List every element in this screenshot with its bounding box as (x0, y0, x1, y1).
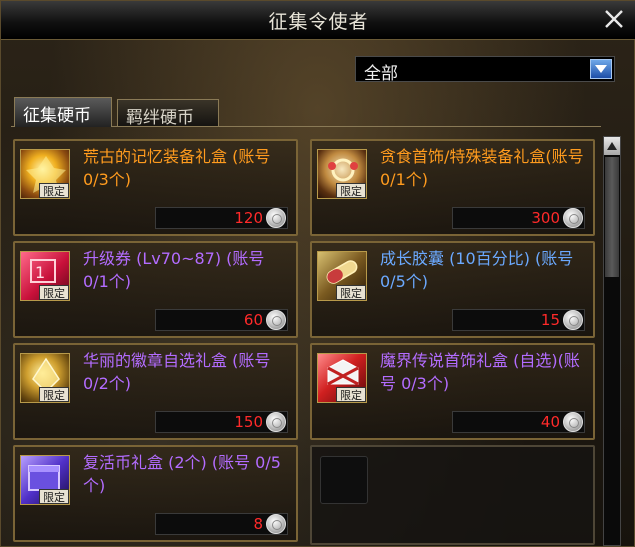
item-price: 120 (234, 209, 263, 227)
price-bar: 40 (452, 411, 585, 433)
silver-coin-icon (266, 310, 286, 330)
price-bar: 150 (155, 411, 288, 433)
item-name: 升级券 (Lv70~87) (账号 0/1个) (83, 249, 265, 291)
item-name: 成长胶囊 (10百分比) (账号 0/5个) (380, 249, 574, 291)
silver-coin-icon (563, 412, 583, 432)
silver-coin-icon (266, 208, 286, 228)
chevron-down-icon[interactable] (590, 59, 612, 79)
limited-tag: 限定 (336, 285, 366, 300)
tab-recruit-coin[interactable]: 征集硬币 (14, 97, 112, 127)
price-bar: 15 (452, 309, 585, 331)
tab-bond-coin[interactable]: 羁绊硬币 (117, 99, 219, 128)
title-bar[interactable]: 征集令使者 (1, 1, 635, 40)
silver-coin-icon (266, 412, 286, 432)
emblem-box-icon: 限定 (20, 353, 70, 403)
dropdown-value: 全部 (364, 64, 398, 84)
price-bar: 8 (155, 513, 288, 535)
item-name: 贪食首饰/特殊装备礼盒(账号 0/1个) (380, 147, 584, 189)
price-bar: 120 (155, 207, 288, 229)
price-bar: 60 (155, 309, 288, 331)
silver-coin-icon (563, 310, 583, 330)
growth-capsule-icon: 限定 (317, 251, 367, 301)
shop-item-card[interactable]: 限定 魔界传说首饰礼盒 (自选)(账号 0/3个) 40 (310, 343, 595, 440)
empty-item-card (310, 445, 595, 545)
category-dropdown[interactable]: 全部 (355, 56, 615, 84)
limited-tag: 限定 (39, 183, 69, 198)
price-bar: 300 (452, 207, 585, 229)
scroll-thumb[interactable] (605, 157, 619, 277)
svg-text:1: 1 (35, 263, 45, 282)
level-ticket-icon: 1 限定 (20, 251, 70, 301)
item-price: 8 (253, 515, 263, 533)
empty-item-slot (320, 456, 368, 504)
close-icon[interactable] (600, 5, 628, 33)
silver-coin-icon (563, 208, 583, 228)
item-name: 荒古的记忆装备礼盒 (账号 0/3个) (83, 147, 271, 189)
shop-item-card[interactable]: 限定 荒古的记忆装备礼盒 (账号 0/3个) 120 (13, 139, 298, 236)
item-price: 60 (243, 311, 263, 329)
limited-tag: 限定 (336, 387, 366, 402)
item-price: 300 (531, 209, 560, 227)
shop-item-card[interactable]: 限定 华丽的徽章自选礼盒 (账号 0/2个) 150 (13, 343, 298, 440)
recruit-envoy-window: 征集令使者 全部 征集硬币 羁绊硬币 限定 荒古的记忆装备礼盒 (账号 0/3个… (0, 0, 635, 547)
ornament-box-icon: 限定 (317, 149, 367, 199)
shop-item-card[interactable]: 限定 贪食首饰/特殊装备礼盒(账号 0/1个) 300 (310, 139, 595, 236)
legendary-box-icon: 限定 (317, 353, 367, 403)
item-name: 华丽的徽章自选礼盒 (账号 0/2个) (83, 351, 271, 393)
limited-tag: 限定 (39, 387, 69, 402)
limited-tag: 限定 (39, 285, 69, 300)
silver-coin-icon (266, 514, 286, 534)
limited-tag: 限定 (39, 489, 69, 504)
shop-item-card[interactable]: 限定 成长胶囊 (10百分比) (账号 0/5个) 15 (310, 241, 595, 338)
revive-coin-box-icon: 限定 (20, 455, 70, 505)
gold-gem-box-icon: 限定 (20, 149, 70, 199)
item-name: 复活币礼盒 (2个) (账号 0/5个) (83, 453, 281, 495)
scroll-up-icon[interactable] (604, 137, 620, 155)
limited-tag: 限定 (336, 183, 366, 198)
item-price: 15 (540, 311, 560, 329)
shop-item-card[interactable]: 1 限定 升级券 (Lv70~87) (账号 0/1个) 60 (13, 241, 298, 338)
shop-item-card[interactable]: 限定 复活币礼盒 (2个) (账号 0/5个) 8 (13, 445, 298, 542)
item-price: 40 (540, 413, 560, 431)
item-name: 魔界传说首饰礼盒 (自选)(账号 0/3个) (380, 351, 580, 393)
scrollbar[interactable] (603, 136, 621, 546)
window-title: 征集令使者 (268, 11, 369, 33)
item-price: 150 (234, 413, 263, 431)
